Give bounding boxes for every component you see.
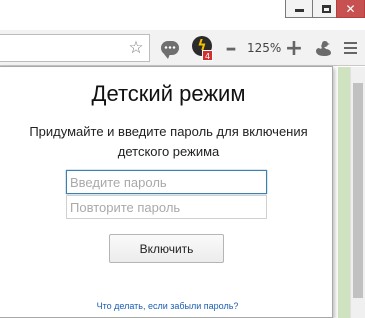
description-line-1: Придумайте и введите пароль для включени… — [29, 124, 308, 139]
duck-icon[interactable] — [312, 38, 334, 58]
password-field[interactable] — [66, 170, 267, 194]
popup-description: Придумайте и введите пароль для включени… — [0, 122, 333, 162]
chat-icon[interactable] — [158, 38, 182, 59]
page-scrollbar[interactable] — [350, 67, 365, 318]
minimize-icon — [294, 9, 304, 12]
maximize-icon — [321, 4, 331, 13]
zoom-level: 125% — [247, 41, 282, 55]
minimize-button[interactable] — [285, 0, 313, 18]
description-line-2: детского режима — [117, 144, 220, 159]
scrollbar-thumb[interactable] — [353, 83, 363, 298]
popup-title: Детский режим — [91, 81, 246, 106]
zoom-out-button[interactable]: – — [224, 36, 238, 61]
close-icon: ✕ — [345, 1, 356, 16]
browser-toolbar: ☆ ϟ 4 – 125% + — [0, 30, 365, 66]
forgot-password-link[interactable]: Что делать, если забыли пароль? — [0, 301, 333, 311]
close-button[interactable]: ✕ — [336, 0, 365, 18]
lightning-extension-icon[interactable]: ϟ 4 — [190, 36, 214, 62]
page-sidebar-strip — [338, 67, 350, 318]
enable-button[interactable]: Включить — [109, 234, 224, 263]
kids-mode-popup: Детский режим Придумайте и введите парол… — [0, 66, 333, 318]
star-icon[interactable]: ☆ — [127, 38, 145, 58]
confirm-password-field[interactable] — [66, 195, 267, 219]
zoom-in-button[interactable]: + — [285, 36, 303, 61]
hamburger-menu-icon[interactable] — [342, 38, 358, 58]
extension-badge: 4 — [202, 50, 213, 61]
title-bar: ✕ — [0, 0, 365, 30]
